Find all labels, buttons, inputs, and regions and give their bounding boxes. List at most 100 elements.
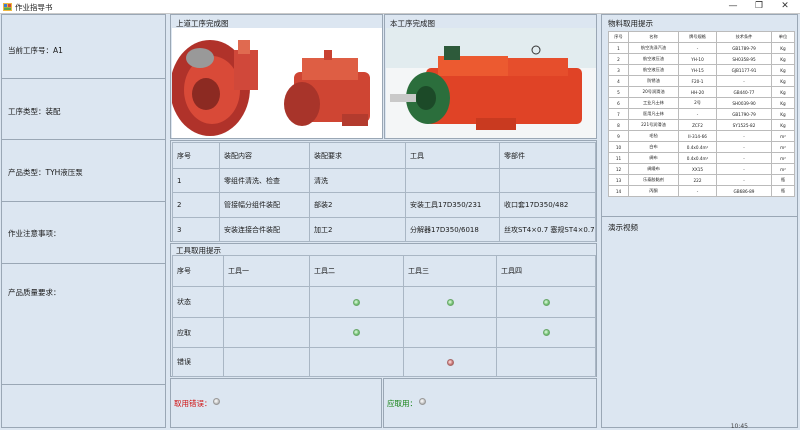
table-cell: 1 [608,42,629,54]
table-cell: 2 [172,192,220,218]
close-button[interactable]: ✕ [772,0,798,14]
tools-header-row: 序号 工具一 工具二 工具三 工具四 [172,255,596,287]
table-cell: GB1790-79 [716,108,772,120]
tool-3-should-cell [403,317,497,348]
prev-step-image-panel: 上道工序完成图 [170,14,383,139]
window-title: 作业指导书 [15,3,53,12]
tools-row-label: 错误 [172,347,224,377]
tools-row-label: 应取 [172,317,224,348]
table-cell: m² [771,163,795,175]
assembly-header: 装配内容 [219,142,310,169]
table-cell: Kg [771,119,795,131]
table-cell: YH-15 [678,64,717,76]
status-indicator-icon [542,298,550,306]
table-cell: 绸布 [628,152,679,164]
tool-4-should-cell [496,317,596,348]
table-row: 9 毛毡 II-314-66- m² [608,130,795,142]
status-indicator-icon [542,329,550,336]
current-step-image [386,28,596,138]
maximize-button[interactable]: ❐ [746,0,772,14]
table-cell: 部装2 [309,192,406,218]
error-status-label: 取用错误： [174,399,212,408]
tools-should-row: 应取 [172,317,596,348]
table-cell: - [716,130,772,142]
table-cell: GB1789-79 [716,42,772,54]
tools-header: 工具三 [403,255,497,287]
tools-table: 序号 工具一 工具二 工具三 工具四 状态 应取 错误 [172,255,596,377]
table-cell: - [716,141,772,153]
table-cell: - [678,185,717,197]
assembly-table: 序号 装配内容 装配要求 工具 零部件 1 零组件清洗、检查 清洗 2 管接幅分… [172,142,596,242]
table-row: 12 绸缎布 XX15- m² [608,163,795,175]
tools-status-row: 状态 [172,286,596,318]
table-cell: XX15 [678,163,717,175]
table-cell: II-314-66 [678,130,717,142]
table-cell: 瓶 [771,174,795,186]
table-cell: 航空液压油 [628,53,679,65]
table-cell: 8 [608,119,629,131]
table-cell: 防锈油 [628,75,679,87]
table-row: 13 乐泰胶黏剂 222- 瓶 [608,174,795,186]
tool-4-error-cell [496,347,596,377]
status-indicator-icon [353,298,360,306]
table-cell: 丝攻ST4×0.7 塞规ST4×0.7 [499,217,596,242]
table-cell: 12 [608,163,629,175]
table-cell: 航空洗涤汽油 [628,42,679,54]
table-cell: F20-1 [678,75,717,87]
tools-header: 工具二 [309,255,404,287]
minimize-button[interactable]: — [720,0,746,14]
materials-caption: 物料取用提示 [608,19,653,28]
materials-header: 牌号规格 [678,31,717,43]
table-cell: 加工2 [309,217,406,242]
table-cell: 医用凡士林 [628,108,679,120]
table-cell: 清洗 [309,168,406,193]
window-titlebar: 作业指导书 — ❐ ✕ [0,0,800,14]
table-cell: 7 [608,108,629,120]
materials-header: 名称 [628,31,679,43]
error-indicator-icon [446,358,454,366]
current-step-image-panel: 本工序完成图 [384,14,597,139]
table-row: 8 221号润滑油 ZCF2 SY1525-82 Kg [608,119,795,131]
should-status-label: 应取用： [387,399,417,408]
table-row: 10 白布 0.4x0.4m² - m² [608,141,795,153]
table-cell: 10 [608,141,629,153]
tools-header: 工具四 [496,255,596,287]
table-row: 5 20号润滑油 HH-20 GB440-77 Kg [608,86,795,98]
tools-panel: 工具取用提示 序号 工具一 工具二 工具三 工具四 状态 应取 错误 [170,243,597,377]
table-cell: 瓶 [771,185,795,197]
table-cell: Kg [771,42,795,54]
table-cell: 工业凡士林 [628,97,679,109]
current-step-label: 当前工序号：A1 [8,46,63,55]
assembly-panel: 序号 装配内容 装配要求 工具 零部件 1 零组件清洗、检查 清洗 2 管接幅分… [170,140,597,242]
table-row: 2 管接幅分组件装配 部装2 安装工具17D350/231 收口套17D350/… [172,192,596,218]
table-cell: 航空液压油 [628,64,679,76]
notes-row: 作业注意事项： [2,202,165,264]
materials-table: 序号 名称 牌号规格 技术条件 单位 1 航空洗涤汽油 - GB1789-79 Kg 2… [608,31,795,197]
table-cell: Kg [771,97,795,109]
tools-header: 序号 [172,255,224,287]
table-cell: 分解器17D350/6018 [405,217,500,242]
table-cell: 222 [678,174,717,186]
table-cell: GJB1177-91 [716,64,772,76]
tool-3-status-cell [403,286,497,318]
table-cell: 14 [608,185,629,197]
error-status-panel: 取用错误： [170,378,382,428]
tool-3-error-cell [403,347,497,377]
assembly-header-row: 序号 装配内容 装配要求 工具 零部件 [172,142,596,169]
table-cell: 9 [608,130,629,142]
app-icon [3,3,12,11]
table-cell: 3 [172,217,220,242]
tool-2-error-cell [309,347,404,377]
materials-header: 序号 [608,31,629,43]
product-type-row: 产品类型：TYH液压泵 [2,140,165,202]
table-row: 3 安装连接合件装配 加工2 分解器17D350/6018 丝攻ST4×0.7 … [172,217,596,242]
step-type-label: 工序类型：装配 [8,107,61,116]
tool-2-status-cell [309,286,404,318]
tool-1-error-cell [223,347,310,377]
table-row: 2 航空液压油 YH-10 SH0358-95 Kg [608,53,795,65]
table-cell: 白布 [628,141,679,153]
table-cell: 2 [608,53,629,65]
prev-step-image [172,28,382,138]
table-cell: Kg [771,64,795,76]
table-cell: 6 [608,97,629,109]
